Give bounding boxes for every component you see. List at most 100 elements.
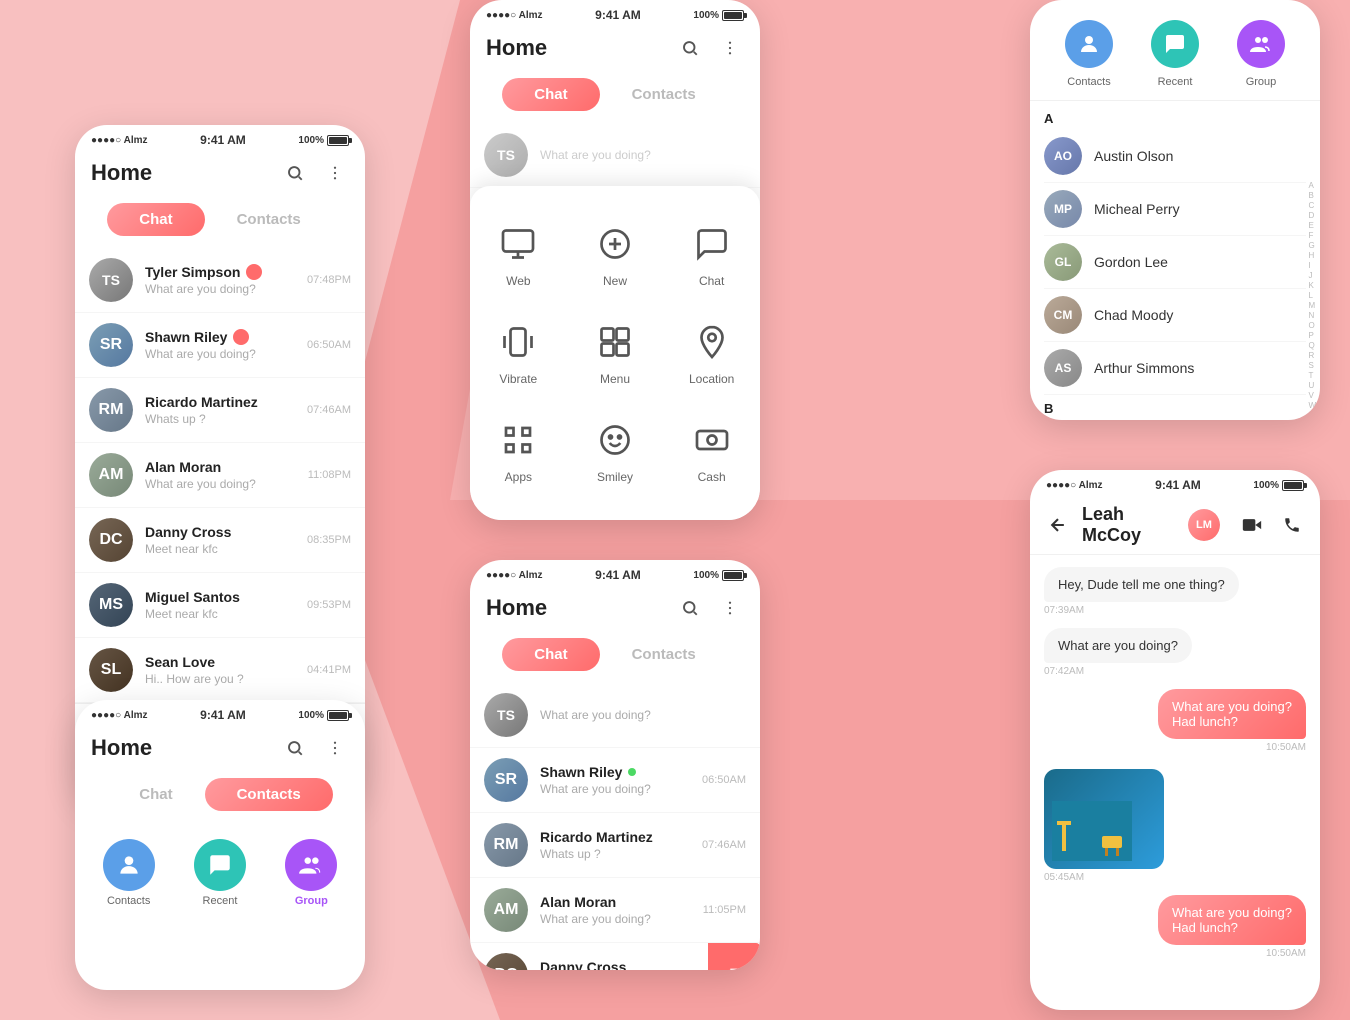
contacts-icon-wrap[interactable]: Contacts (103, 839, 155, 907)
chat-item-alan[interactable]: AM Alan Moran What are you doing? 11:08P… (75, 443, 365, 508)
app-header-2: Home (75, 726, 365, 774)
chat-item-4-ricardo[interactable]: RM Ricardo Martinez Whats up ? 07:46AM (470, 813, 760, 878)
contacts-tab-1[interactable]: Contacts (205, 203, 333, 236)
modal-web[interactable]: Web (470, 206, 567, 304)
menu-button-2[interactable] (321, 734, 349, 762)
contacts-tab-4[interactable]: Contacts (600, 638, 728, 671)
recent-circle-5 (1151, 20, 1199, 68)
carrier-1: ●●●●○ Almz (91, 135, 148, 146)
chat-tab-4[interactable]: Chat (502, 638, 599, 671)
new-svg (597, 226, 633, 262)
chat-tab-3[interactable]: Chat (502, 78, 599, 111)
recent-label-5: Recent (1158, 76, 1193, 88)
menu-button-1[interactable] (321, 159, 349, 187)
letter-b: B (1044, 401, 1306, 416)
msg-4: 05:45AM (1044, 765, 1306, 883)
alphabet-nav: A B C D E F G H I J K L M N O P Q R S T … (1308, 181, 1316, 410)
battery-6: 100% (1253, 480, 1304, 491)
modal-cash[interactable]: Cash (663, 402, 760, 500)
bubble-3: What are you doing?Had lunch? (1158, 689, 1306, 739)
preview-miguel: Meet near kfc (145, 607, 295, 621)
search-icon-1 (286, 164, 304, 182)
back-icon (1048, 515, 1068, 535)
contact-arthur[interactable]: AS Arthur Simmons (1044, 342, 1306, 395)
preview-ricardo: Whats up ? (145, 412, 295, 426)
time-msg-1: 07:39AM (1044, 605, 1084, 616)
contacts-tab-3[interactable]: Contacts (600, 78, 728, 111)
chat-item-4-shawn[interactable]: SR Shawn Riley What are you doing? 06:50… (470, 748, 760, 813)
avatar-3-tyler: TS (484, 133, 528, 177)
section-a: A AO Austin Olson MP Micheal Perry GL Go… (1030, 101, 1320, 420)
contact-micheal[interactable]: MP Micheal Perry (1044, 183, 1306, 236)
modal-location[interactable]: Location (663, 304, 760, 402)
search-button-1[interactable] (281, 159, 309, 187)
modal-new[interactable]: New (567, 206, 664, 304)
group-icon-wrap[interactable]: Group (285, 839, 337, 907)
chat-item-miguel[interactable]: MS Miguel Santos Meet near kfc 09:53PM (75, 573, 365, 638)
contacts-circle (103, 839, 155, 891)
modal-apps[interactable]: Apps (470, 402, 567, 500)
smiley-icon (593, 418, 637, 462)
recent-tab-5[interactable]: Recent (1151, 20, 1199, 88)
time-miguel: 09:53PM (307, 599, 351, 611)
avatar-arthur: AS (1044, 349, 1082, 387)
avatar-chad: CM (1044, 296, 1082, 334)
image-msg-4 (1044, 769, 1164, 869)
time-ricardo: 07:46AM (307, 404, 351, 416)
chat-info-tyler: Tyler Simpson What are you doing? (145, 264, 295, 296)
chat-item-4-danny[interactable]: DC Danny Cross Meet near kfc 08:35PM (470, 943, 708, 970)
battery-3: 100% (693, 10, 744, 21)
msg-3: What are you doing?Had lunch? 10:50AM (1044, 689, 1306, 753)
status-bar-6: ●●●●○ Almz 9:41 AM 100% (1030, 470, 1320, 496)
contact-chad[interactable]: CM Chad Moody (1044, 289, 1306, 342)
search-icon-2 (286, 739, 304, 757)
chat-item-tyler[interactable]: TS Tyler Simpson What are you doing? 07:… (75, 248, 365, 313)
chat-item-ricardo[interactable]: RM Ricardo Martinez Whats up ? 07:46AM (75, 378, 365, 443)
message-area: Hey, Dude tell me one thing? 07:39AM Wha… (1030, 555, 1320, 1010)
search-button-3[interactable] (676, 34, 704, 62)
chat-item-danny[interactable]: DC Danny Cross Meet near kfc 08:35PM (75, 508, 365, 573)
chat-list-4: TS What are you doing? SR Shawn Riley Wh… (470, 683, 760, 970)
app-header-1: Home (75, 151, 365, 199)
chat-tab-1[interactable]: Chat (107, 203, 204, 236)
chat-tab-2[interactable]: Chat (107, 778, 204, 811)
search-button-4[interactable] (676, 594, 704, 622)
contacts-tab-5[interactable]: Contacts (1065, 20, 1113, 88)
modal-vibrate[interactable]: Vibrate (470, 304, 567, 402)
avatar-leah: LM (1188, 509, 1220, 541)
chat-list-1: TS Tyler Simpson What are you doing? 07:… (75, 248, 365, 703)
back-button[interactable] (1044, 511, 1072, 539)
time-msg-3: 10:50AM (1266, 742, 1306, 753)
modal-menu[interactable]: Menu (567, 304, 664, 402)
group-circle-5 (1237, 20, 1285, 68)
modal-chat[interactable]: Chat (663, 206, 760, 304)
recent-icon-wrap[interactable]: Recent (194, 839, 246, 907)
video-button[interactable] (1238, 511, 1266, 539)
contact-austin[interactable]: AO Austin Olson (1044, 130, 1306, 183)
search-button-2[interactable] (281, 734, 309, 762)
group-tab-5[interactable]: Group (1237, 20, 1285, 88)
contacts-tab-2[interactable]: Contacts (205, 778, 333, 811)
app-title-3: Home (486, 35, 547, 61)
delete-button-danny[interactable] (708, 943, 760, 970)
location-icon (690, 320, 734, 364)
chat-item-4-tyler[interactable]: TS What are you doing? (470, 683, 760, 748)
carrier-3: ●●●●○ Almz (486, 10, 543, 21)
contact-gordon[interactable]: GL Gordon Lee (1044, 236, 1306, 289)
video-icon (1242, 515, 1262, 535)
chat-item-shawn[interactable]: SR Shawn Riley What are you doing? 06:50… (75, 313, 365, 378)
web-label: Web (506, 274, 530, 288)
chat-item-sean[interactable]: SL Sean Love Hi.. How are you ? 04:41PM (75, 638, 365, 703)
modal-smiley[interactable]: Smiley (567, 402, 664, 500)
menu-button-4[interactable] (716, 594, 744, 622)
call-button[interactable] (1278, 511, 1306, 539)
chat-item-4-alan[interactable]: AM Alan Moran What are you doing? 11:05P… (470, 878, 760, 943)
menu-button-3[interactable] (716, 34, 744, 62)
time-4: 9:41 AM (595, 568, 641, 582)
chat-header-icons-6 (1238, 511, 1306, 539)
name-gordon: Gordon Lee (1094, 254, 1168, 270)
status-bar-2: ●●●●○ Almz 9:41 AM 100% (75, 700, 365, 726)
name-austin: Austin Olson (1094, 148, 1173, 164)
chat-info-sean: Sean Love Hi.. How are you ? (145, 654, 295, 686)
contacts-circle-5 (1065, 20, 1113, 68)
